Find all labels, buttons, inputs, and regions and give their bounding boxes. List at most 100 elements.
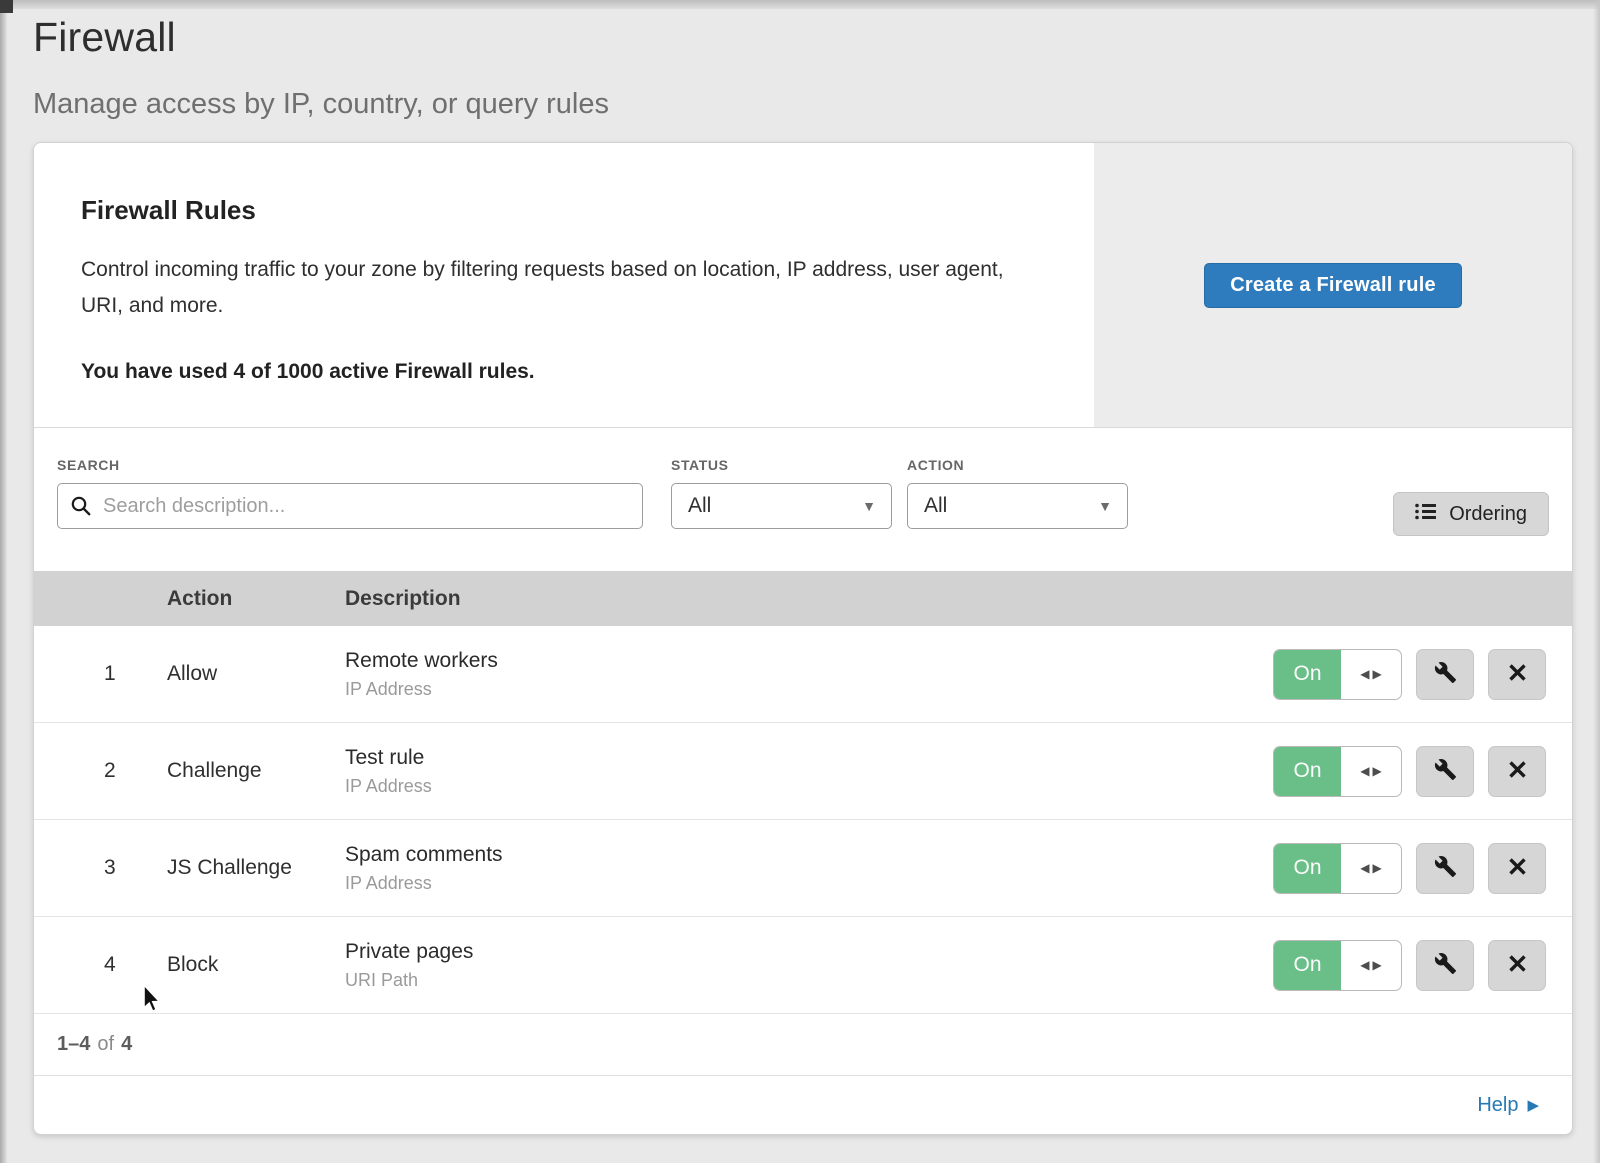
rule-match-type: IP Address (345, 776, 1273, 797)
action-label: ACTION (907, 457, 1128, 473)
rule-description-cell: Spam comments IP Address (345, 843, 1273, 894)
pagination: 1–4 of 4 (34, 1014, 1572, 1076)
rule-enabled-toggle[interactable]: On ◀▶ (1273, 649, 1402, 700)
toggle-on-label[interactable]: On (1274, 650, 1341, 699)
action-select[interactable]: All ▼ (907, 483, 1128, 529)
table-row: 2 Challenge Test rule IP Address On ◀▶ (34, 723, 1572, 820)
rule-action: Challenge (167, 759, 345, 783)
rules-usage-note: You have used 4 of 1000 active Firewall … (81, 360, 1046, 384)
delete-rule-button[interactable] (1488, 649, 1546, 700)
rules-table-body: 1 Allow Remote workers IP Address On ◀▶ (34, 626, 1572, 1014)
close-icon (1508, 857, 1527, 879)
arrow-right-icon: ▶ (1527, 1096, 1539, 1114)
rule-enabled-toggle[interactable]: On ◀▶ (1273, 746, 1402, 797)
ordering-button-label: Ordering (1449, 503, 1527, 526)
wrench-icon (1434, 661, 1457, 687)
delete-rule-button[interactable] (1488, 746, 1546, 797)
rule-enabled-toggle[interactable]: On ◀▶ (1273, 940, 1402, 991)
toggle-handle[interactable]: ◀▶ (1341, 650, 1401, 699)
card-footer: Help ▶ (34, 1076, 1572, 1134)
delete-rule-button[interactable] (1488, 843, 1546, 894)
filters-bar: SEARCH STATUS All ▼ ACTION All (34, 428, 1572, 571)
rule-match-type: IP Address (345, 679, 1273, 700)
screen-right-edge (1593, 0, 1600, 1163)
rules-heading: Firewall Rules (81, 195, 1046, 226)
page-title: Firewall (33, 14, 1600, 61)
status-select[interactable]: All ▼ (671, 483, 892, 529)
rule-controls: On ◀▶ (1273, 746, 1572, 797)
ordering-button[interactable]: Ordering (1393, 492, 1549, 536)
rule-controls: On ◀▶ (1273, 649, 1572, 700)
rule-description: Private pages (345, 940, 1273, 964)
help-link-label: Help (1477, 1094, 1518, 1117)
page-subtitle: Manage access by IP, country, or query r… (33, 88, 1600, 121)
toggle-on-label[interactable]: On (1274, 747, 1341, 796)
rule-controls: On ◀▶ (1273, 940, 1572, 991)
close-icon (1508, 760, 1527, 782)
edit-rule-button[interactable] (1416, 649, 1474, 700)
help-link[interactable]: Help ▶ (1477, 1094, 1539, 1117)
rules-header-section: Firewall Rules Control incoming traffic … (34, 143, 1572, 428)
toggle-handle[interactable]: ◀▶ (1341, 747, 1401, 796)
screen-left-edge (0, 0, 7, 1163)
edit-rule-button[interactable] (1416, 843, 1474, 894)
toggle-arrows-icon: ◀▶ (1357, 667, 1384, 681)
toggle-arrows-icon: ◀▶ (1357, 958, 1384, 972)
table-row: 4 Block Private pages URI Path On ◀▶ (34, 917, 1572, 1014)
pagination-separator: of (97, 1033, 114, 1056)
screen-corner (0, 0, 13, 13)
action-filter: ACTION All ▼ (907, 457, 1128, 571)
rule-description: Test rule (345, 746, 1273, 770)
chevron-down-icon: ▼ (1098, 498, 1112, 514)
toggle-on-label[interactable]: On (1274, 941, 1341, 990)
status-select-value: All (688, 494, 711, 518)
search-icon (70, 495, 92, 522)
firewall-rules-card: Firewall Rules Control incoming traffic … (33, 142, 1573, 1135)
pagination-total: 4 (121, 1033, 132, 1056)
rule-priority: 4 (34, 953, 167, 977)
rule-action: Allow (167, 662, 345, 686)
action-column-header: Action (167, 587, 345, 611)
rule-description-cell: Private pages URI Path (345, 940, 1273, 991)
rules-description: Control incoming traffic to your zone by… (81, 252, 1031, 324)
toggle-handle[interactable]: ◀▶ (1341, 941, 1401, 990)
rules-intro: Firewall Rules Control incoming traffic … (34, 143, 1094, 427)
table-row: 3 JS Challenge Spam comments IP Address … (34, 820, 1572, 917)
rule-match-type: IP Address (345, 873, 1273, 894)
rule-priority: 2 (34, 759, 167, 783)
rule-match-type: URI Path (345, 970, 1273, 991)
status-filter: STATUS All ▼ (671, 457, 892, 571)
list-icon (1415, 503, 1436, 526)
description-column-header: Description (345, 587, 1572, 611)
page-header: Firewall Manage access by IP, country, o… (0, 0, 1600, 121)
table-header: Action Description (34, 571, 1572, 626)
toggle-arrows-icon: ◀▶ (1357, 764, 1384, 778)
rule-action: JS Challenge (167, 856, 345, 880)
delete-rule-button[interactable] (1488, 940, 1546, 991)
action-select-value: All (924, 494, 947, 518)
rule-controls: On ◀▶ (1273, 843, 1572, 894)
search-filter: SEARCH (57, 457, 643, 571)
rule-description: Spam comments (345, 843, 1273, 867)
create-rule-panel: Create a Firewall rule (1094, 143, 1572, 427)
create-firewall-rule-button[interactable]: Create a Firewall rule (1204, 263, 1462, 308)
chevron-down-icon: ▼ (862, 498, 876, 514)
close-icon (1508, 663, 1527, 685)
rule-description: Remote workers (345, 649, 1273, 673)
toggle-handle[interactable]: ◀▶ (1341, 844, 1401, 893)
search-label: SEARCH (57, 457, 643, 473)
status-label: STATUS (671, 457, 892, 473)
wrench-icon (1434, 952, 1457, 978)
rule-priority: 3 (34, 856, 167, 880)
search-input[interactable] (57, 483, 643, 529)
edit-rule-button[interactable] (1416, 940, 1474, 991)
rule-action: Block (167, 953, 345, 977)
wrench-icon (1434, 758, 1457, 784)
table-row: 1 Allow Remote workers IP Address On ◀▶ (34, 626, 1572, 723)
rule-priority: 1 (34, 662, 167, 686)
toggle-on-label[interactable]: On (1274, 844, 1341, 893)
pagination-range: 1–4 (57, 1033, 90, 1056)
edit-rule-button[interactable] (1416, 746, 1474, 797)
close-icon (1508, 954, 1527, 976)
rule-enabled-toggle[interactable]: On ◀▶ (1273, 843, 1402, 894)
